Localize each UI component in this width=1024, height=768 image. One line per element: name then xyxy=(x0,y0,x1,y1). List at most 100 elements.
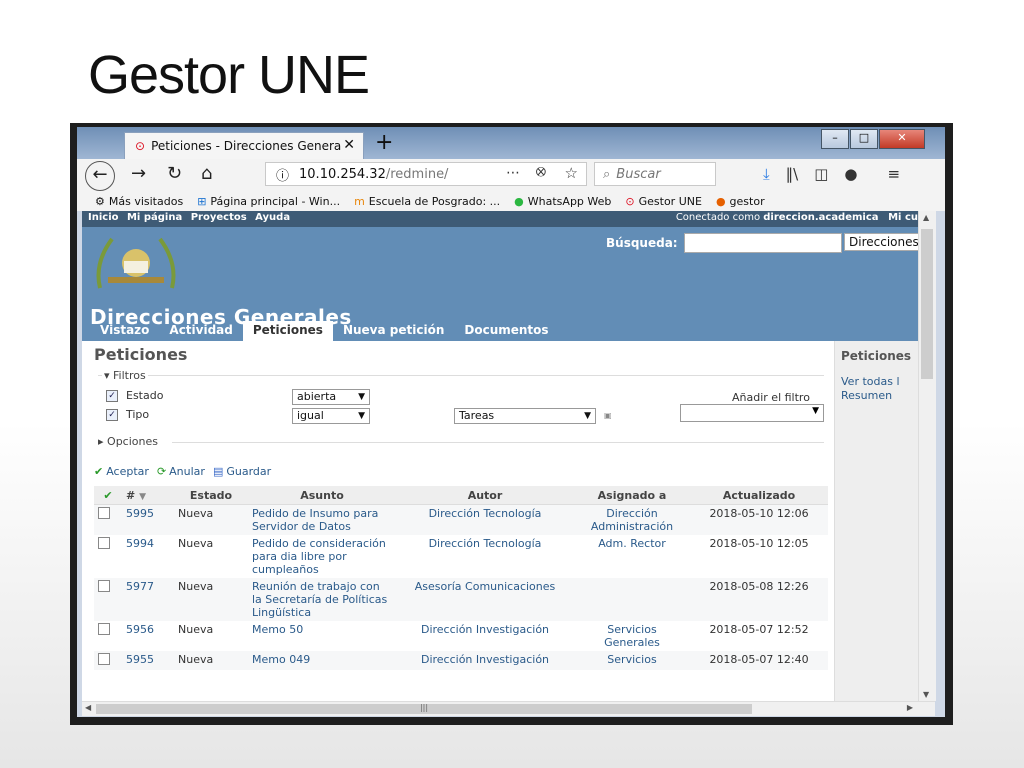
new-tab-button[interactable]: + xyxy=(375,130,393,155)
row-checkbox[interactable] xyxy=(98,580,110,592)
menu-ayuda[interactable]: Ayuda xyxy=(255,212,290,223)
back-button[interactable]: ← xyxy=(85,161,115,191)
filter-estado-operator[interactable]: abierta ▼ xyxy=(292,389,370,405)
bookmark-item[interactable]: ⚙ Más visitados xyxy=(95,195,183,208)
row-checkbox[interactable] xyxy=(98,623,110,635)
browser-tab[interactable]: ⊙ Peticiones - Direcciones Genera ✕ xyxy=(124,132,364,159)
column-asignado[interactable]: Asignado a xyxy=(574,486,690,505)
tab-peticiones[interactable]: Peticiones xyxy=(242,321,333,341)
close-window-button[interactable]: ✕ xyxy=(879,129,925,149)
sidebar-link-summary[interactable]: Resumen xyxy=(841,389,892,402)
issue-id-link[interactable]: 5977 xyxy=(126,580,154,593)
table-row[interactable]: 5995 Nueva Pedido de Insumo para Servido… xyxy=(94,504,828,535)
issue-author-link[interactable]: Dirección Investigación xyxy=(421,653,549,666)
library-icon[interactable]: ‖\ xyxy=(786,165,799,183)
filter-tipo-checkbox[interactable]: ✓ xyxy=(106,408,118,421)
content-area: Peticiones ▾ Filtros ✓ Estado abierta ▼ ✓… xyxy=(82,341,834,701)
issue-assignee-link[interactable]: Adm. Rector xyxy=(598,537,666,550)
row-checkbox[interactable] xyxy=(98,537,110,549)
horizontal-scrollbar[interactable]: ◀ ||| ▶ xyxy=(82,701,935,716)
page-actions-icon[interactable]: ⋯ xyxy=(506,165,520,181)
forward-button[interactable]: → xyxy=(131,163,146,184)
close-tab-icon[interactable]: ✕ xyxy=(343,137,355,153)
bookmark-item[interactable]: m Escuela de Posgrado: ... xyxy=(354,195,500,208)
issue-subject-link[interactable]: Memo 049 xyxy=(252,653,310,666)
options-legend[interactable]: ▸ Opciones xyxy=(98,435,158,448)
issue-author-link[interactable]: Dirección Tecnología xyxy=(429,537,542,550)
scrollbar-thumb[interactable] xyxy=(921,229,933,379)
issue-id-link[interactable]: 5956 xyxy=(126,623,154,636)
filter-tipo-operator[interactable]: igual ▼ xyxy=(292,408,370,424)
table-row[interactable]: 5955 Nueva Memo 049 Dirección Investigac… xyxy=(94,651,828,670)
menu-proyectos[interactable]: Proyectos xyxy=(191,212,247,223)
toggle-multiselect-icon[interactable]: ▣ xyxy=(604,411,612,420)
scroll-right-icon[interactable]: ▶ xyxy=(907,703,913,712)
search-field[interactable]: ⌕ Buscar xyxy=(594,162,716,186)
sidebar-link-view-all[interactable]: Ver todas l xyxy=(841,375,900,388)
column-autor[interactable]: Autor xyxy=(396,486,574,505)
bookmark-item[interactable]: ● gestor xyxy=(716,195,765,208)
column-asunto[interactable]: Asunto xyxy=(248,486,396,505)
column-actualizado[interactable]: Actualizado xyxy=(690,486,828,505)
maximize-button[interactable]: □ xyxy=(850,129,878,149)
table-row[interactable]: 5956 Nueva Memo 50 Dirección Investigaci… xyxy=(94,621,828,651)
scrollbar-thumb[interactable]: ||| xyxy=(96,704,752,714)
issue-assignee-link[interactable]: Servicios xyxy=(607,653,656,666)
issue-assignee-link[interactable]: Dirección Administración xyxy=(591,507,673,533)
scroll-left-icon[interactable]: ◀ xyxy=(85,703,91,712)
issue-subject-link[interactable]: Pedido de Insumo para Servidor de Datos xyxy=(252,507,378,533)
scroll-up-icon[interactable]: ▲ xyxy=(923,213,929,222)
scroll-down-icon[interactable]: ▼ xyxy=(923,690,929,699)
extension-icon[interactable]: ● xyxy=(844,165,857,183)
table-row[interactable]: 5994 Nueva Pedido de consideración para … xyxy=(94,535,828,578)
project-jump-select[interactable]: Direcciones xyxy=(844,233,918,251)
pocket-icon[interactable]: ⭙ xyxy=(536,165,546,180)
vertical-scrollbar[interactable]: ▲ ▼ xyxy=(918,211,936,701)
tab-actividad[interactable]: Actividad xyxy=(159,321,242,341)
user-link[interactable]: direccion.academica xyxy=(763,212,878,223)
column-estado[interactable]: Estado xyxy=(174,486,248,505)
issue-author-link[interactable]: Asesoría Comunicaciones xyxy=(415,580,556,593)
tab-vistazo[interactable]: Vistazo xyxy=(90,321,159,341)
issue-id-link[interactable]: 5994 xyxy=(126,537,154,550)
home-button[interactable]: ⌂ xyxy=(201,163,212,184)
row-checkbox[interactable] xyxy=(98,507,110,519)
save-button[interactable]: ▤ Guardar xyxy=(213,465,271,478)
issue-subject-link[interactable]: Pedido de consideración para dia libre p… xyxy=(252,537,386,576)
minimize-button[interactable]: – xyxy=(821,129,849,149)
filter-tipo-value[interactable]: Tareas ▼ xyxy=(454,408,596,424)
column-id[interactable]: # ▼ xyxy=(122,486,174,505)
issue-author-link[interactable]: Dirección Investigación xyxy=(421,623,549,636)
issue-subject-link[interactable]: Reunión de trabajo con la Secretaría de … xyxy=(252,580,387,619)
apply-button[interactable]: ✔ Aceptar xyxy=(94,465,149,478)
issue-id-link[interactable]: 5995 xyxy=(126,507,154,520)
toggle-all-icon[interactable]: ✔ xyxy=(94,486,122,505)
filter-estado-checkbox[interactable]: ✓ xyxy=(106,389,118,402)
table-row[interactable]: 5977 Nueva Reunión de trabajo con la Sec… xyxy=(94,578,828,621)
issue-author-link[interactable]: Dirección Tecnología xyxy=(429,507,542,520)
filters-legend[interactable]: ▾ Filtros xyxy=(102,369,148,382)
download-icon[interactable]: ⤓ xyxy=(763,165,770,183)
bookmark-item[interactable]: ⊞ Página principal - Win... xyxy=(197,195,340,208)
my-account-link[interactable]: Mi cu xyxy=(888,212,918,223)
bookmark-item[interactable]: ⊙ Gestor UNE xyxy=(625,195,702,208)
issue-id-link[interactable]: 5955 xyxy=(126,653,154,666)
clear-button[interactable]: ⟳ Anular xyxy=(157,465,205,478)
window-controls: – □ ✕ xyxy=(820,129,925,149)
tab-documentos[interactable]: Documentos xyxy=(454,321,558,341)
bookmark-item[interactable]: ● WhatsApp Web xyxy=(514,195,611,208)
menu-inicio[interactable]: Inicio xyxy=(88,212,119,223)
row-checkbox[interactable] xyxy=(98,653,110,665)
quick-search-input[interactable] xyxy=(684,233,842,253)
url-bar[interactable]: ⓘ 10.10.254.32/redmine/ ⋯ ⭙ ☆ xyxy=(265,162,587,186)
issue-assignee-link[interactable]: Servicios Generales xyxy=(604,623,660,649)
table-header: ✔ # ▼ Estado Asunto Autor Asignado a Act… xyxy=(94,486,828,505)
sidebar-icon[interactable]: ◫ xyxy=(814,165,828,183)
menu-icon[interactable]: ≡ xyxy=(887,165,900,183)
reload-button[interactable]: ↻ xyxy=(167,163,182,184)
add-filter-select[interactable]: ▼ xyxy=(680,404,824,422)
issue-subject-link[interactable]: Memo 50 xyxy=(252,623,303,636)
tab-nueva-peticion[interactable]: Nueva petición xyxy=(333,321,454,341)
menu-mi-pagina[interactable]: Mi página xyxy=(127,212,182,223)
bookmark-star-icon[interactable]: ☆ xyxy=(565,164,578,182)
